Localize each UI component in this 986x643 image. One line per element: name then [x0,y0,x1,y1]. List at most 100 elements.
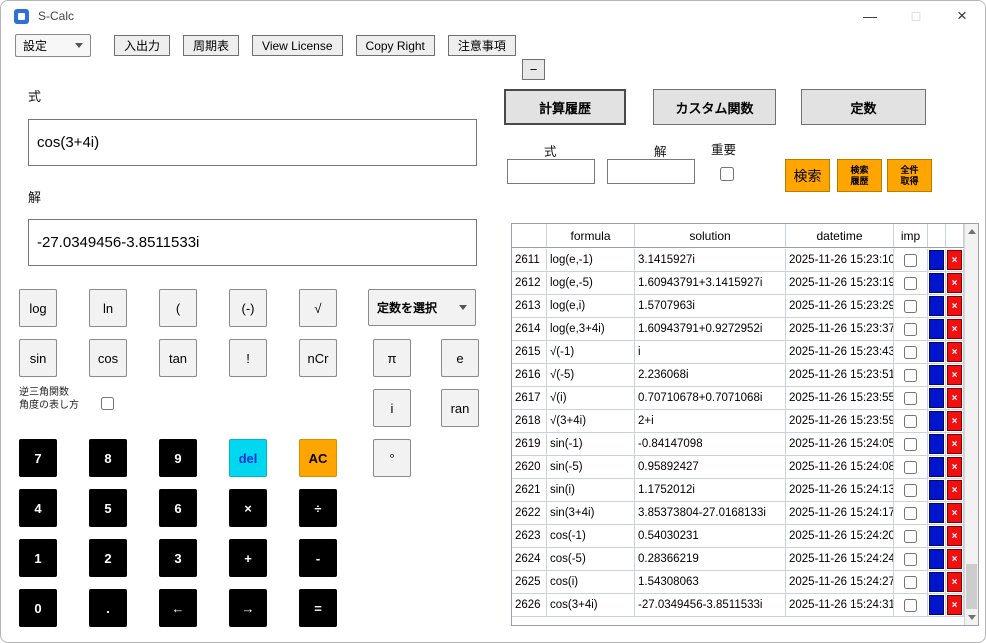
func-button-sin[interactable]: sin [19,339,57,377]
key-1[interactable]: 1 [19,539,57,577]
menu-button-cautions[interactable]: 注意事項 [447,35,516,56]
imp-checkbox[interactable] [904,460,917,474]
func-button-pi[interactable]: π [373,339,411,377]
tab-constants[interactable]: 定数 [801,89,926,125]
key-arrow-left[interactable]: ← [159,589,197,627]
row-delete-button[interactable]: × [947,526,962,546]
func-button-tan[interactable]: tan [159,339,197,377]
search-solution-input[interactable] [607,159,695,184]
row-delete-button[interactable]: × [947,480,962,500]
scroll-up-icon[interactable] [965,224,978,239]
settings-select[interactable]: 設定 [15,34,91,57]
inverse-trig-checkbox[interactable] [101,397,114,410]
imp-checkbox[interactable] [904,345,917,359]
key-decimal[interactable]: . [89,589,127,627]
imp-checkbox[interactable] [904,552,917,566]
func-button-imaginary-unit[interactable]: i [373,389,411,427]
row-delete-button[interactable]: × [947,388,962,408]
maximize-button[interactable]: □ [893,1,939,31]
search-formula-input[interactable] [507,159,595,184]
row-edit-button[interactable] [929,572,944,592]
get-all-button[interactable]: 全件 取得 [887,159,932,192]
row-delete-button[interactable]: × [947,411,962,431]
menu-button-input-output[interactable]: 入出力 [114,35,171,56]
imp-checkbox[interactable] [904,253,917,267]
solution-output[interactable] [28,219,477,266]
imp-checkbox[interactable] [904,368,917,382]
row-edit-button[interactable] [929,250,944,270]
menu-button-periodic-table[interactable]: 周期表 [183,35,240,56]
func-button-open-paren[interactable]: ( [159,289,197,327]
collapse-button[interactable]: − [522,59,545,80]
func-button-negate[interactable]: (-) [229,289,267,327]
func-button-random[interactable]: ran [441,389,479,427]
row-edit-button[interactable] [929,434,944,454]
row-edit-button[interactable] [929,457,944,477]
imp-checkbox[interactable] [904,391,917,405]
key-4[interactable]: 4 [19,489,57,527]
row-delete-button[interactable]: × [947,434,962,454]
imp-checkbox[interactable] [904,414,917,428]
search-history-button[interactable]: 検索 履歴 [837,159,882,192]
row-delete-button[interactable]: × [947,250,962,270]
search-button[interactable]: 検索 [785,159,830,192]
row-delete-button[interactable]: × [947,549,962,569]
key-3[interactable]: 3 [159,539,197,577]
func-button-euler-number[interactable]: e [441,339,479,377]
func-button-sqrt[interactable]: √ [299,289,337,327]
imp-checkbox[interactable] [904,322,917,336]
func-button-degree[interactable]: ° [373,439,411,477]
row-edit-button[interactable] [929,480,944,500]
important-checkbox[interactable] [720,167,734,181]
row-delete-button[interactable]: × [947,572,962,592]
row-edit-button[interactable] [929,319,944,339]
row-edit-button[interactable] [929,296,944,316]
key-2[interactable]: 2 [89,539,127,577]
vertical-scrollbar[interactable] [964,224,978,625]
scrollbar-thumb[interactable] [966,564,977,609]
imp-checkbox[interactable] [904,506,917,520]
row-edit-button[interactable] [929,503,944,523]
row-delete-button[interactable]: × [947,319,962,339]
menu-button-copy-right[interactable]: Copy Right [355,35,435,56]
key-8[interactable]: 8 [89,439,127,477]
row-delete-button[interactable]: × [947,365,962,385]
row-edit-button[interactable] [929,365,944,385]
func-button-cos[interactable]: cos [89,339,127,377]
scroll-down-icon[interactable] [965,610,978,625]
row-delete-button[interactable]: × [947,342,962,362]
constant-select[interactable]: 定数を選択 [368,289,476,326]
imp-checkbox[interactable] [904,598,917,612]
imp-checkbox[interactable] [904,437,917,451]
tab-custom-functions[interactable]: カスタム関数 [653,89,776,125]
imp-checkbox[interactable] [904,483,917,497]
row-delete-button[interactable]: × [947,296,962,316]
row-edit-button[interactable] [929,595,944,615]
imp-checkbox[interactable] [904,276,917,290]
imp-checkbox[interactable] [904,529,917,543]
close-button[interactable]: × [939,1,985,31]
menu-button-view-license[interactable]: View License [252,35,343,56]
imp-checkbox[interactable] [904,299,917,313]
key-arrow-right[interactable]: → [229,589,267,627]
key-5[interactable]: 5 [89,489,127,527]
row-edit-button[interactable] [929,549,944,569]
key-9[interactable]: 9 [159,439,197,477]
func-button-factorial[interactable]: ! [229,339,267,377]
row-edit-button[interactable] [929,411,944,431]
key-7[interactable]: 7 [19,439,57,477]
row-delete-button[interactable]: × [947,595,962,615]
func-button-log[interactable]: log [19,289,57,327]
minimize-button[interactable]: — [847,1,893,31]
row-edit-button[interactable] [929,388,944,408]
key-0[interactable]: 0 [19,589,57,627]
key-delete[interactable]: del [229,439,267,477]
row-delete-button[interactable]: × [947,503,962,523]
key-subtract[interactable]: - [299,539,337,577]
row-delete-button[interactable]: × [947,273,962,293]
row-delete-button[interactable]: × [947,457,962,477]
func-button-ln[interactable]: ln [89,289,127,327]
formula-input[interactable] [28,119,477,166]
row-edit-button[interactable] [929,526,944,546]
key-equals[interactable]: = [299,589,337,627]
